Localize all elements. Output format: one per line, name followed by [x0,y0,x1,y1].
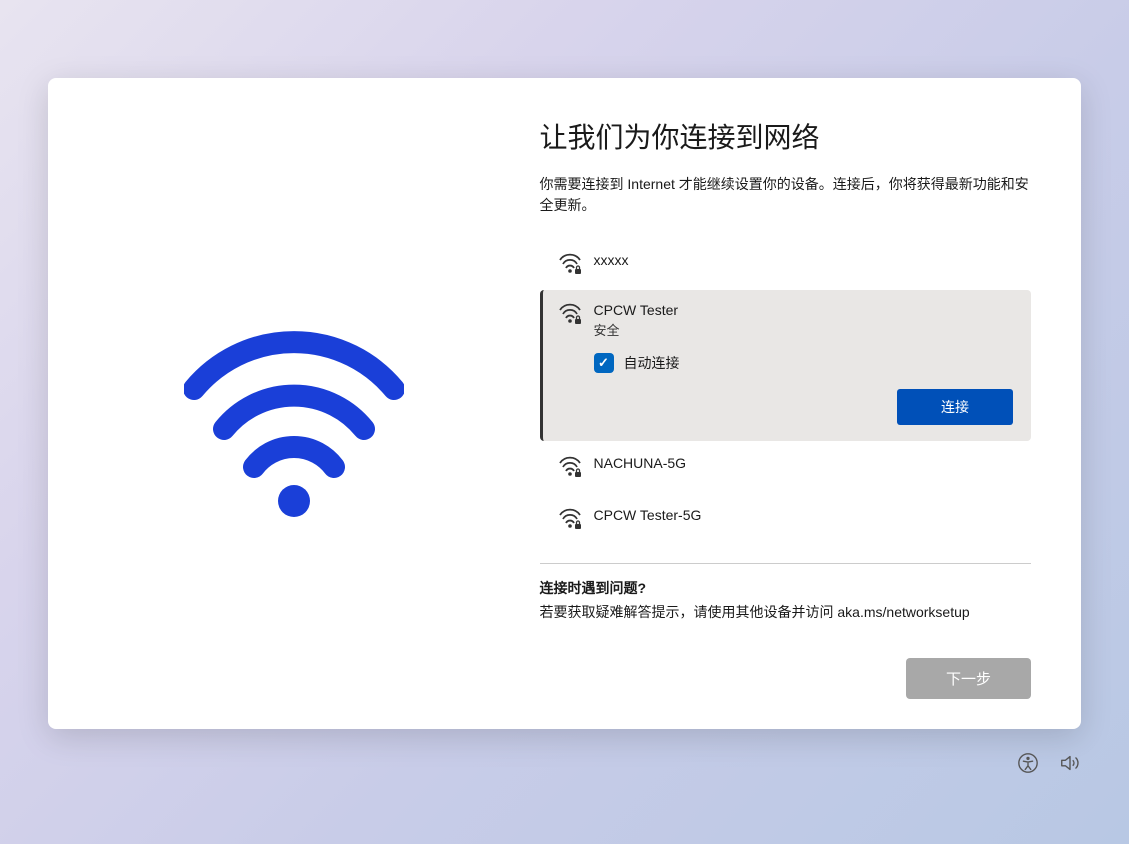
help-text: 若要获取疑难解答提示，请使用其他设备并访问 aka.ms/networksetu… [540,602,1032,623]
network-security: 安全 [594,320,679,339]
auto-connect-checkbox-row[interactable]: ✓ 自动连接 [594,353,1014,373]
network-item[interactable]: NACHUNA-5G [540,441,1032,493]
network-list: xxxxx CPCW Tester 安全 [540,238,1032,545]
system-tray [1017,752,1081,774]
network-name: CPCW Tester-5G [594,507,702,523]
network-item[interactable]: CPCW Tester-5G [540,493,1032,545]
footer: 下一步 [540,626,1032,699]
network-name: xxxxx [594,252,629,268]
help-title: 连接时遇到问题? [540,578,1032,598]
wifi-logo-icon [184,329,404,519]
content-panel: 让我们为你连接到网络 你需要连接到 Internet 才能继续设置你的设备。连接… [540,78,1082,729]
checkbox-checked[interactable]: ✓ [594,353,614,373]
divider [540,563,1032,564]
illustration-panel [48,78,540,729]
wifi-secured-icon [558,455,582,479]
page-title: 让我们为你连接到网络 [540,116,1032,156]
network-name: NACHUNA-5G [594,455,687,471]
accessibility-icon[interactable] [1017,752,1039,774]
network-item[interactable]: xxxxx [540,238,1032,290]
connect-button[interactable]: 连接 [897,389,1013,425]
help-section: 连接时遇到问题? 若要获取疑难解答提示，请使用其他设备并访问 aka.ms/ne… [540,578,1032,623]
setup-window: 让我们为你连接到网络 你需要连接到 Internet 才能继续设置你的设备。连接… [48,78,1081,729]
wifi-secured-icon [558,302,582,326]
next-button[interactable]: 下一步 [906,658,1031,699]
network-name: CPCW Tester [594,302,679,318]
volume-icon[interactable] [1059,752,1081,774]
page-subtitle: 你需要连接到 Internet 才能继续设置你的设备。连接后，你将获得最新功能和… [540,174,1032,216]
wifi-secured-icon [558,507,582,531]
network-item-selected[interactable]: CPCW Tester 安全 ✓ 自动连接 连接 [540,290,1032,441]
auto-connect-label: 自动连接 [624,353,680,373]
check-icon: ✓ [598,355,609,371]
wifi-secured-icon [558,252,582,276]
